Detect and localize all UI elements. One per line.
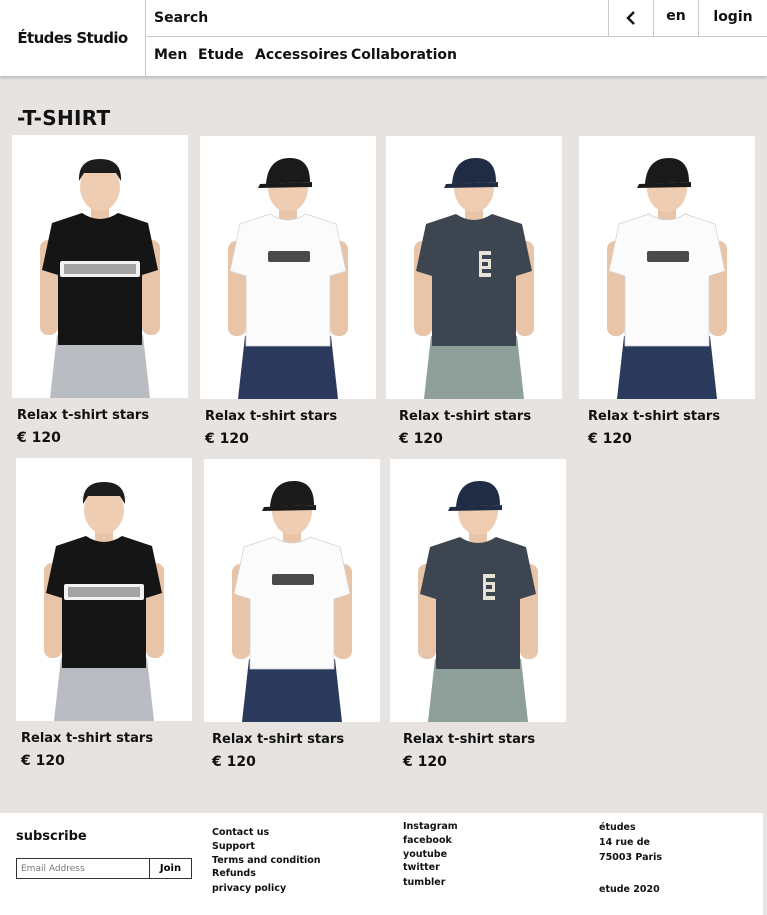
footer-link-tumbler[interactable]: tumbler xyxy=(403,877,445,888)
product-image[interactable] xyxy=(390,459,566,722)
copyright-text: etude 2020 xyxy=(599,884,660,895)
address-line: études xyxy=(599,822,636,833)
footer-link-twitter[interactable]: twitter xyxy=(403,862,440,873)
language-selector[interactable]: en xyxy=(653,0,698,36)
product-image[interactable] xyxy=(579,136,755,399)
product-name[interactable]: Relax t-shirt stars xyxy=(403,732,566,747)
logo-container[interactable]: Études Studio xyxy=(0,0,146,76)
footer-link-privacy[interactable]: privacy policy xyxy=(212,883,286,894)
product-card[interactable]: Relax t-shirt stars € 120 xyxy=(386,136,562,447)
model-illustration xyxy=(607,158,727,399)
footer-link-youtube[interactable]: youtube xyxy=(403,849,447,860)
product-name[interactable]: Relax t-shirt stars xyxy=(17,408,188,423)
back-button[interactable] xyxy=(608,0,653,36)
site-header: Études Studio en login Men Etude Accesso… xyxy=(0,0,767,76)
site-footer: subscribe Join Contact us Support Terms … xyxy=(0,813,763,915)
product-price: € 120 xyxy=(403,754,447,770)
nav-item-etude[interactable]: Etude xyxy=(198,47,244,63)
product-card[interactable]: Relax t-shirt stars € 120 xyxy=(204,459,380,770)
product-card[interactable]: Relax t-shirt stars € 120 xyxy=(12,135,188,446)
site-logo[interactable]: Études Studio xyxy=(17,29,128,47)
product-name[interactable]: Relax t-shirt stars xyxy=(588,409,755,424)
nav-item-men[interactable]: Men xyxy=(154,47,187,63)
address-line: 14 rue de xyxy=(599,837,650,848)
footer-link-support[interactable]: Support xyxy=(212,841,255,852)
search-input[interactable] xyxy=(146,0,608,36)
search-bar: en login xyxy=(146,0,767,37)
join-button[interactable]: Join xyxy=(149,858,192,879)
product-card[interactable]: Relax t-shirt stars € 120 xyxy=(390,459,566,770)
address-line: 75003 Paris xyxy=(599,852,663,863)
login-button[interactable]: login xyxy=(698,0,767,36)
subscribe-title: subscribe xyxy=(16,829,87,844)
product-image[interactable] xyxy=(12,135,188,398)
product-card[interactable]: Relax t-shirt stars € 120 xyxy=(16,458,192,769)
email-field[interactable] xyxy=(16,858,150,879)
page-title: -T-SHIRT xyxy=(17,106,111,130)
footer-link-refunds[interactable]: Refunds xyxy=(212,868,256,879)
model-illustration xyxy=(228,158,348,399)
model-illustration xyxy=(418,481,538,722)
product-name[interactable]: Relax t-shirt stars xyxy=(399,409,562,424)
product-name[interactable]: Relax t-shirt stars xyxy=(21,731,192,746)
chevron-left-icon xyxy=(626,11,635,25)
product-price: € 120 xyxy=(588,431,632,447)
footer-link-facebook[interactable]: facebook xyxy=(403,835,452,846)
product-price: € 120 xyxy=(399,431,443,447)
product-card[interactable]: Relax t-shirt stars € 120 xyxy=(579,136,755,447)
footer-link-contact[interactable]: Contact us xyxy=(212,827,269,838)
product-name[interactable]: Relax t-shirt stars xyxy=(205,409,376,424)
product-image[interactable] xyxy=(200,136,376,399)
product-price: € 120 xyxy=(205,431,249,447)
product-price: € 120 xyxy=(212,754,256,770)
product-name[interactable]: Relax t-shirt stars xyxy=(212,732,380,747)
footer-link-terms[interactable]: Terms and condition xyxy=(212,855,321,866)
footer-link-instagram[interactable]: Instagram xyxy=(403,821,458,832)
product-image[interactable] xyxy=(386,136,562,399)
product-price: € 120 xyxy=(17,430,61,446)
nav-item-collaboration[interactable]: Collaboration xyxy=(351,47,457,63)
product-image[interactable] xyxy=(16,458,192,721)
product-price: € 120 xyxy=(21,753,65,769)
model-illustration xyxy=(232,481,352,722)
model-illustration xyxy=(414,158,534,399)
product-card[interactable]: Relax t-shirt stars € 120 xyxy=(200,136,376,447)
model-illustration xyxy=(40,159,160,398)
nav-item-accessoires[interactable]: Accessoires xyxy=(255,47,348,63)
product-image[interactable] xyxy=(204,459,380,722)
model-illustration xyxy=(44,482,164,721)
